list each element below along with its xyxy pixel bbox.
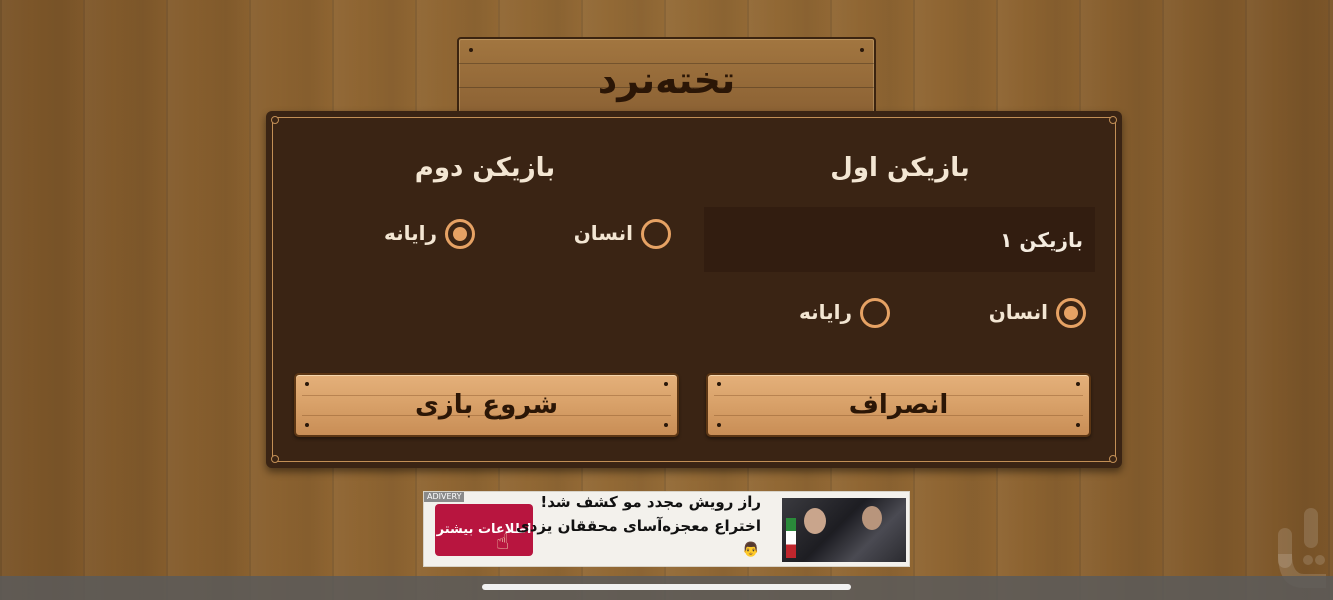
nail-icon [1076, 382, 1080, 386]
start-game-button[interactable]: شروع بازی [294, 373, 679, 437]
corner-rivet-icon [271, 116, 279, 124]
corner-rivet-icon [1109, 116, 1117, 124]
ad-subline: اختراع معجزه‌آسای محققان یزدی [515, 517, 761, 535]
nail-icon [1076, 423, 1080, 427]
player2-human-label: انسان [573, 221, 633, 245]
pointing-hand-icon: ☝ [496, 530, 510, 555]
nail-icon [664, 382, 668, 386]
nail-icon [305, 423, 309, 427]
player1-human-radio[interactable] [1056, 298, 1086, 328]
nail-icon [305, 382, 309, 386]
player1-name-input[interactable] [704, 207, 1095, 272]
nail-icon [717, 423, 721, 427]
nail-icon [664, 423, 668, 427]
player2-heading: بازیکن دوم [414, 153, 556, 183]
person-figure [804, 508, 826, 534]
ad-image [782, 498, 906, 562]
corner-rivet-icon [1109, 455, 1117, 463]
nail-icon [717, 382, 721, 386]
home-indicator[interactable] [482, 584, 851, 590]
person-figure [862, 506, 882, 530]
player2-human-radio[interactable] [641, 219, 671, 249]
player1-human-label: انسان [988, 300, 1048, 324]
player2-computer-label: رایانه [383, 221, 437, 245]
corner-rivet-icon [271, 455, 279, 463]
flag-icon [786, 518, 796, 558]
ad-provider-tag: ADIVERY [424, 492, 465, 502]
nail-icon [469, 48, 473, 52]
cancel-button[interactable]: انصراف [706, 373, 1091, 437]
ad-banner[interactable]: ADIVERY اطلاعات بیشتر ☝ راز رویش مجدد مو… [423, 491, 910, 567]
game-title: تخته‌نرد [597, 58, 736, 102]
start-game-label: شروع بازی [414, 390, 559, 420]
player1-computer-radio[interactable] [860, 298, 890, 328]
player1-computer-label: رایانه [798, 300, 852, 324]
cancel-label: انصراف [848, 390, 949, 420]
player2-computer-radio[interactable] [445, 219, 475, 249]
man-emoji-icon: 👨 [742, 542, 760, 558]
nail-icon [860, 48, 864, 52]
ad-headline: راز رویش مجدد مو کشف شد! [540, 493, 761, 511]
player1-heading: بازیکن اول [830, 153, 970, 183]
